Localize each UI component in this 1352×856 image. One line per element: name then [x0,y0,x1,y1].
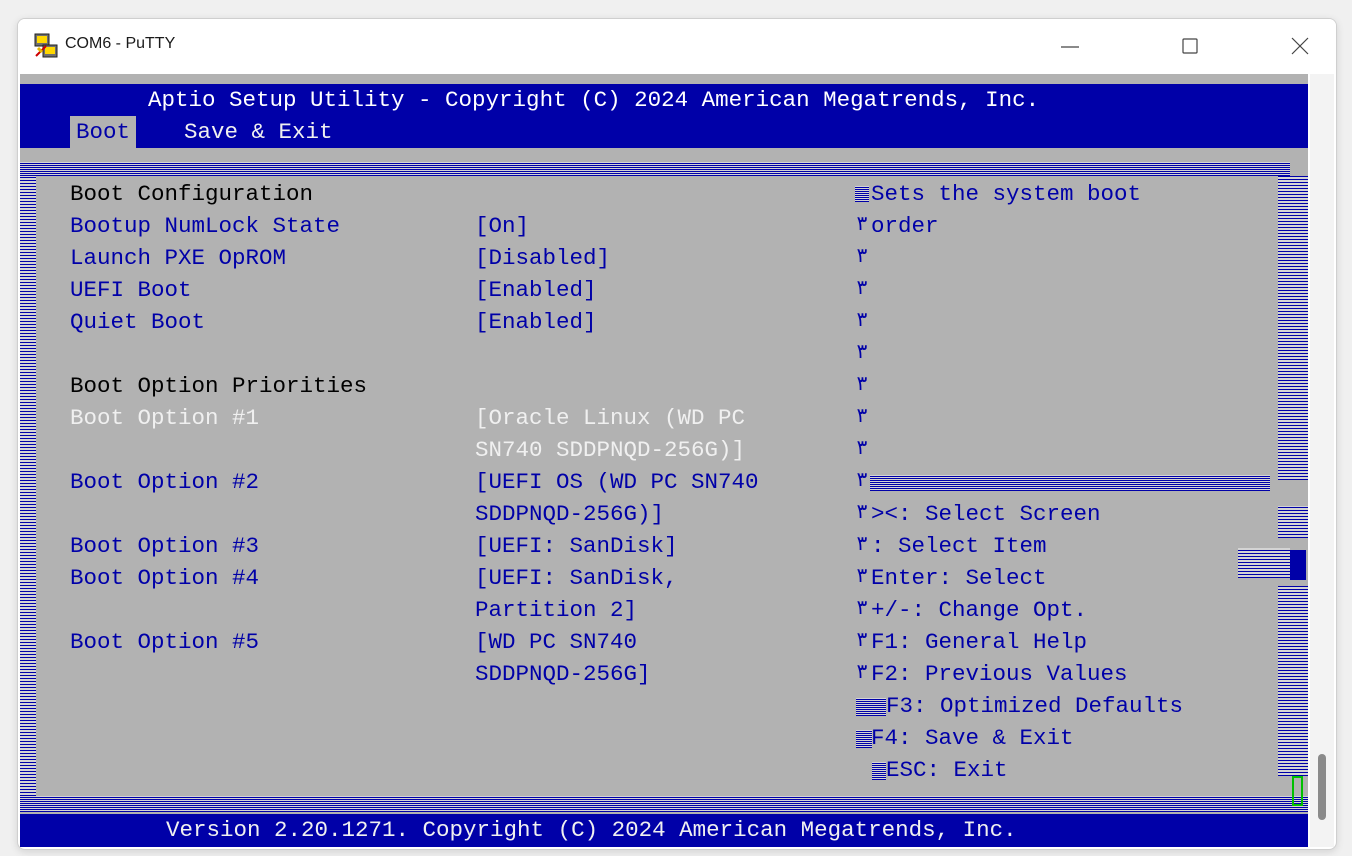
help-line: ٣ order [20,210,1308,242]
help-text: order [871,213,939,239]
border-glyph: ٣ [856,470,869,493]
key-hint-text: +/-: Change Opt. [871,597,1088,623]
border-glyph: ٣ [856,630,869,653]
border-glyph: ٣ [856,374,869,397]
key-hint: F3: Optimized Defaults [20,690,1308,722]
help-divider: ٣ [20,466,1308,498]
key-hint-text: ><: Select Screen [871,501,1101,527]
border-glyph: ٣ [856,598,869,621]
key-hint-text: F3: Optimized Defaults [886,693,1184,719]
key-hint-text: : Select Item [871,533,1047,559]
window-title: COM6 - PuTTY [65,35,176,52]
help-divider-line [870,475,1270,491]
border-glyph: ٣ [856,438,869,461]
bios-footer: Version 2.20.1271. Copyright (C) 2024 Am… [166,817,1017,843]
key-hint-text: F4: Save & Exit [871,725,1074,751]
border-glyph: ٣ [856,342,869,365]
key-hint-mark [856,698,886,716]
bios-header-bar: Aptio Setup Utility - Copyright (C) 2024… [20,84,1308,116]
key-hint: ٣ F1: General Help [20,626,1308,658]
key-hint-text: F1: General Help [871,629,1088,655]
key-hint-mark [872,762,886,780]
scrollbar-thumb[interactable] [1318,754,1326,820]
help-line: Sets the system boot [20,178,1308,210]
menu-bar: Boot Save & Exit [20,116,1308,148]
key-hint: F4: Save & Exit [20,722,1308,754]
border-glyph: ٣ [856,534,869,557]
maximize-button[interactable] [1177,33,1203,59]
help-line: ٣ [20,338,1308,370]
key-hint: ESC: Exit [20,754,1308,786]
key-hint: ٣ F2: Previous Values [20,658,1308,690]
key-hint: ٣ ><: Select Screen [20,498,1308,530]
title-bar[interactable]: COM6 - PuTTY [18,19,1336,74]
border-glyph: ٣ [856,246,869,269]
border-glyph: ٣ [856,406,869,429]
menu-tab-boot[interactable]: Boot [70,116,137,148]
key-hint: ٣ Enter: Select [20,562,1308,594]
close-button[interactable] [1287,33,1313,59]
border-glyph: ٣ [856,214,869,237]
help-text: Sets the system boot [871,181,1142,207]
border-glyph: ٣ [856,502,869,525]
key-hint-text: ESC: Exit [886,757,1008,783]
minimize-button[interactable] [1057,33,1083,59]
help-line: ٣ [20,402,1308,434]
border-glyph: ٣ [856,310,869,333]
help-line: ٣ [20,370,1308,402]
putty-window: COM6 - PuTTY Aptio Setup Utility - Copyr… [17,18,1337,850]
help-line: ٣ [20,306,1308,338]
help-line: ٣ [20,242,1308,274]
border-glyph: ٣ [856,662,869,685]
key-hint: ٣ : Select Item [20,530,1308,562]
help-line: ٣ [20,274,1308,306]
menu-tab-save-exit[interactable]: Save & Exit [184,116,333,148]
border-glyph: ٣ [856,278,869,301]
key-hint-text: Enter: Select [871,565,1047,591]
window-scrollbar[interactable] [1310,74,1334,847]
bios-footer-bar: Version 2.20.1271. Copyright (C) 2024 Am… [20,814,1308,847]
putty-icon [34,33,58,58]
top-border [20,162,1290,176]
terminal-area[interactable]: Aptio Setup Utility - Copyright (C) 2024… [20,74,1308,847]
help-line: ٣ [20,434,1308,466]
key-hint-text: F2: Previous Values [871,661,1128,687]
bottom-border [20,796,1308,812]
key-hint: ٣ +/-: Change Opt. [20,594,1308,626]
border-glyph: ٣ [856,566,869,589]
key-hint-mark [856,730,872,748]
bios-header: Aptio Setup Utility - Copyright (C) 2024… [148,87,1040,113]
